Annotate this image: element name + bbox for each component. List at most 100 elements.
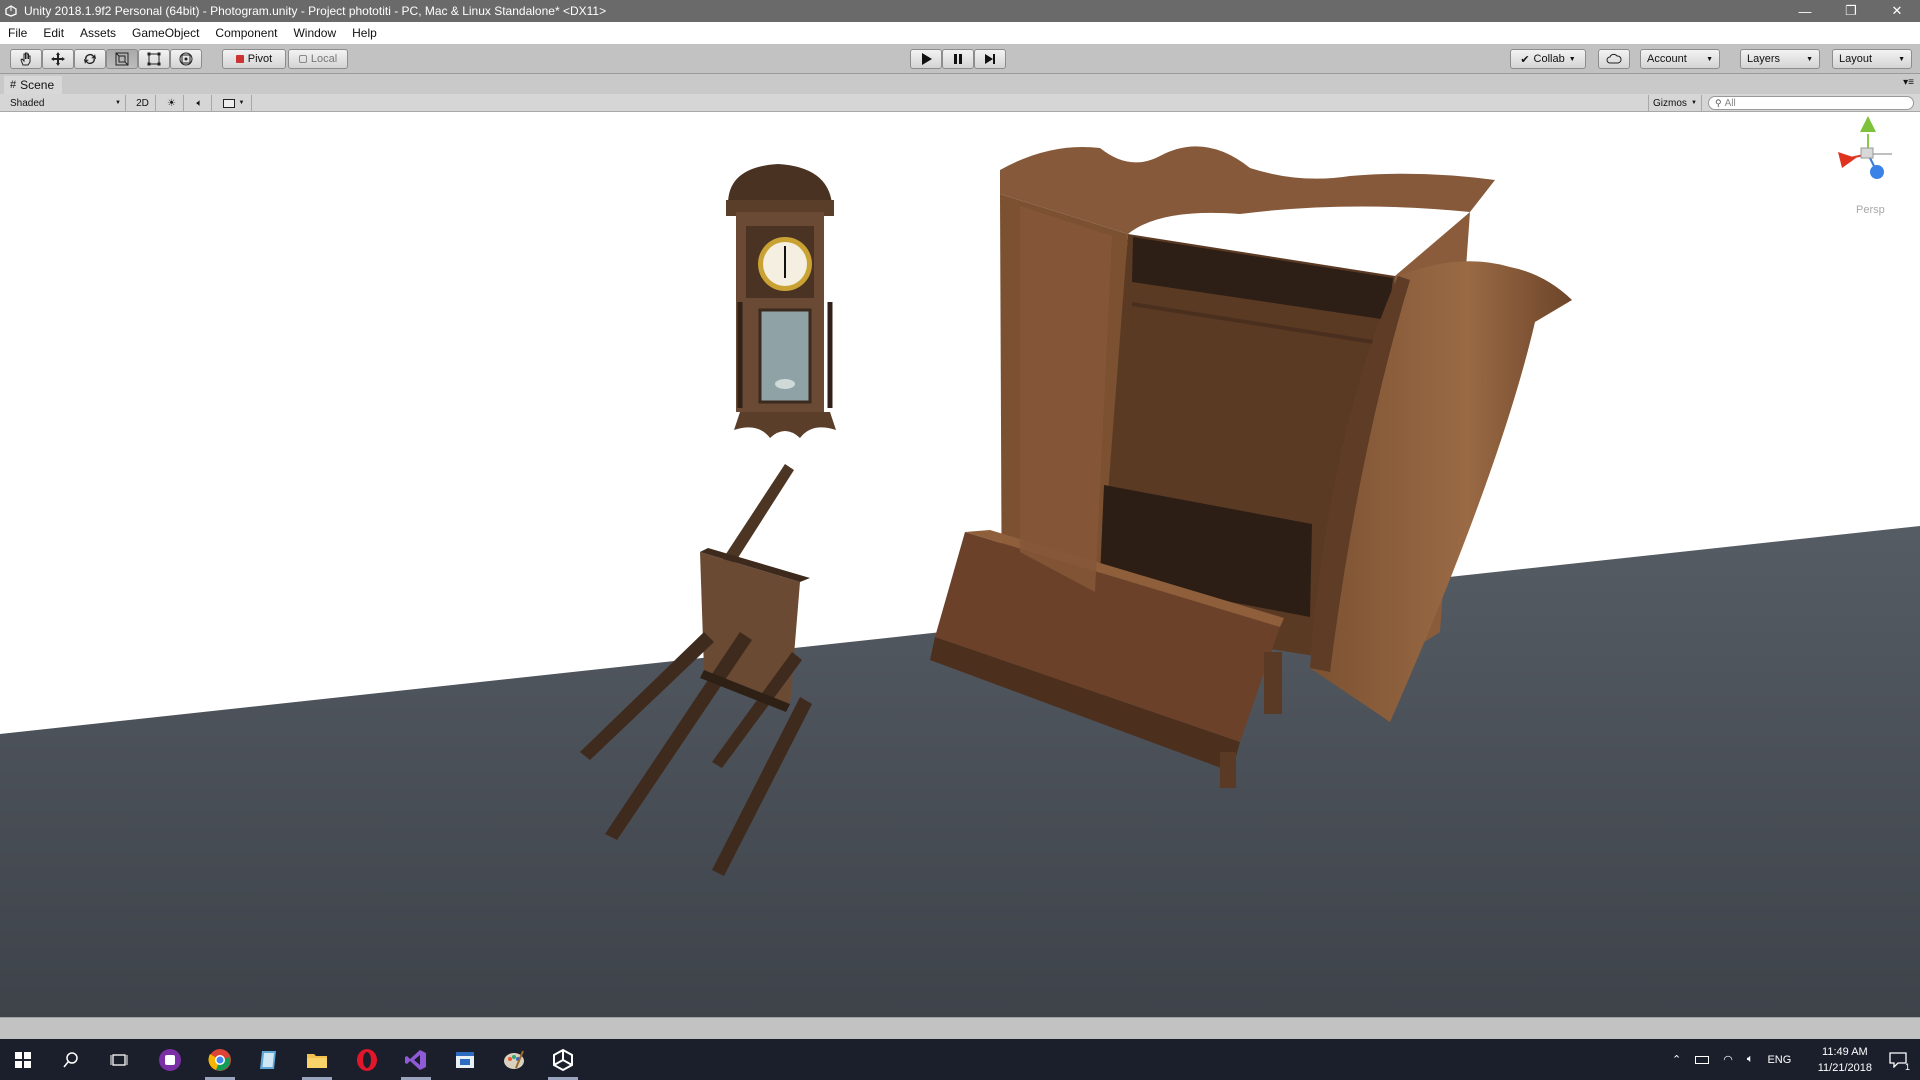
menu-component[interactable]: Component: [207, 26, 285, 40]
pivot-label: Pivot: [247, 53, 273, 65]
collab-label: Collab: [1533, 53, 1565, 65]
task-view-icon: [110, 1054, 128, 1066]
projection-label[interactable]: Persp: [1856, 204, 1885, 216]
volume-icon[interactable]: 🔈︎: [1747, 1053, 1754, 1066]
taskbar-app-file-explorer[interactable]: [304, 1047, 330, 1073]
cloud-button[interactable]: [1598, 49, 1630, 69]
move-tool-button[interactable]: [42, 49, 74, 69]
close-button[interactable]: ✕: [1874, 3, 1920, 19]
scene-tab-label: Scene: [20, 78, 55, 92]
visual-studio-icon: [405, 1050, 426, 1070]
menu-gameobject[interactable]: GameObject: [124, 26, 207, 40]
cloud-icon: [1606, 53, 1622, 64]
layers-label: Layers: [1747, 53, 1781, 65]
taskbar-app-window[interactable]: [452, 1047, 478, 1073]
scale-tool-button[interactable]: [106, 49, 138, 69]
tab-options-icon[interactable]: ▾≡: [1903, 77, 1914, 88]
account-label: Account: [1647, 53, 1687, 65]
play-button[interactable]: [910, 49, 942, 69]
gizmos-dropdown[interactable]: Gizmos ▼: [1648, 95, 1702, 111]
notification-count: 1: [1904, 1062, 1910, 1072]
checkmark-icon: ✔: [1520, 53, 1530, 66]
taskbar-app-opera[interactable]: [354, 1047, 380, 1073]
chrome-icon: [208, 1049, 231, 1071]
rotate-tool-button[interactable]: [74, 49, 106, 69]
step-button[interactable]: [974, 49, 1006, 69]
layout-dropdown[interactable]: Layout ▼: [1832, 49, 1912, 69]
window-title: Unity 2018.1.9f2 Personal (64bit) - Phot…: [24, 4, 607, 18]
menu-help[interactable]: Help: [344, 26, 385, 40]
pivot-toggle-button[interactable]: Pivot: [222, 49, 286, 69]
audio-toggle-button[interactable]: 🔈︎: [188, 95, 212, 111]
search-placeholder: All: [1724, 97, 1736, 109]
unity-logo-icon: [0, 5, 22, 17]
search-button[interactable]: [58, 1047, 84, 1073]
shading-mode-label: Shaded: [10, 97, 45, 109]
local-toggle-button[interactable]: Local: [288, 49, 348, 69]
clock[interactable]: 11:49 AM 11/21/2018: [1818, 1044, 1872, 1076]
pause-icon: [954, 54, 962, 64]
dropdown-arrow-icon: ▼: [1691, 100, 1697, 106]
chevron-up-icon[interactable]: ⌃: [1672, 1053, 1681, 1066]
minimize-button[interactable]: —: [1782, 4, 1828, 19]
menu-window[interactable]: Window: [285, 26, 344, 40]
lock-icon[interactable]: 🔒︎: [1900, 112, 1905, 115]
scene-viewport[interactable]: Persp 🔒︎: [0, 112, 1920, 1017]
battery-icon[interactable]: [1695, 1055, 1710, 1064]
notification-center-button[interactable]: 1: [1886, 1048, 1910, 1072]
windows-start-button[interactable]: [10, 1047, 36, 1073]
search-icon: ⚲: [1715, 97, 1722, 108]
pivot-icon: [235, 55, 244, 63]
wifi-icon[interactable]: ◠: [1723, 1053, 1733, 1066]
rect-tool-button[interactable]: [138, 49, 170, 69]
hand-tool-button[interactable]: [10, 49, 42, 69]
dropdown-arrow-icon: ▼: [1898, 55, 1905, 63]
collab-dropdown[interactable]: ✔ Collab ▼: [1510, 49, 1586, 69]
folder-icon: [307, 1054, 327, 1068]
transform-tool-button[interactable]: [170, 49, 202, 69]
taskbar-app-notes[interactable]: [255, 1047, 281, 1073]
taskbar-app-visual-studio[interactable]: [403, 1047, 429, 1073]
local-icon: [298, 55, 307, 63]
layers-dropdown[interactable]: Layers ▼: [1740, 49, 1820, 69]
notes-app-icon: [260, 1051, 276, 1069]
shading-mode-dropdown[interactable]: Shaded ▼: [6, 95, 126, 111]
status-bar: [0, 1017, 1920, 1039]
restore-button[interactable]: ❐: [1828, 3, 1874, 19]
move-arrows-icon: [51, 52, 65, 66]
account-dropdown[interactable]: Account ▼: [1640, 49, 1720, 69]
dropdown-arrow-icon: ▼: [238, 100, 245, 106]
menu-file[interactable]: File: [0, 26, 35, 40]
2d-toggle-button[interactable]: 2D: [130, 95, 156, 111]
menu-assets[interactable]: Assets: [72, 26, 124, 40]
speaker-icon: 🔈︎: [196, 97, 203, 109]
scene-tab-bar: # Scene ▾≡: [0, 74, 1920, 94]
sun-icon: ☀: [167, 97, 176, 109]
taskbar-app-paint[interactable]: [501, 1047, 527, 1073]
taskbar-app-unity[interactable]: [550, 1047, 576, 1073]
grid-icon: #: [10, 79, 17, 91]
pause-button[interactable]: [942, 49, 974, 69]
main-toolbar: Pivot Local ✔ Collab ▼ Account ▼ Layers …: [0, 44, 1920, 74]
tab-scene[interactable]: # Scene: [4, 76, 63, 94]
grandfather-clock-model: [726, 164, 836, 438]
hand-icon: [20, 52, 31, 66]
gizmos-label: Gizmos: [1653, 97, 1687, 109]
app-window-icon: [456, 1052, 474, 1068]
menu-edit[interactable]: Edit: [35, 26, 72, 40]
orientation-gizmo: [1838, 116, 1892, 179]
dropdown-arrow-icon: ▼: [1706, 55, 1713, 63]
taskbar-app-onenote[interactable]: [157, 1047, 183, 1073]
dropdown-arrow-icon: ▼: [115, 100, 121, 106]
effects-dropdown[interactable]: ▼: [216, 95, 252, 111]
language-indicator[interactable]: ENG: [1767, 1054, 1791, 1066]
windows-taskbar: ⌃ ◠ 🔈︎ ENG 11:49 AM 11/21/2018 1: [0, 1039, 1920, 1080]
menu-bar: File Edit Assets GameObject Component Wi…: [0, 22, 1920, 44]
task-view-button[interactable]: [106, 1047, 132, 1073]
lighting-toggle-button[interactable]: ☀: [160, 95, 184, 111]
unity-icon: [553, 1048, 573, 1072]
taskbar-app-chrome[interactable]: [207, 1047, 233, 1073]
hierarchy-search-field[interactable]: ⚲ All: [1708, 96, 1914, 110]
rotate-icon: [84, 54, 96, 64]
paint-icon: [504, 1050, 524, 1069]
